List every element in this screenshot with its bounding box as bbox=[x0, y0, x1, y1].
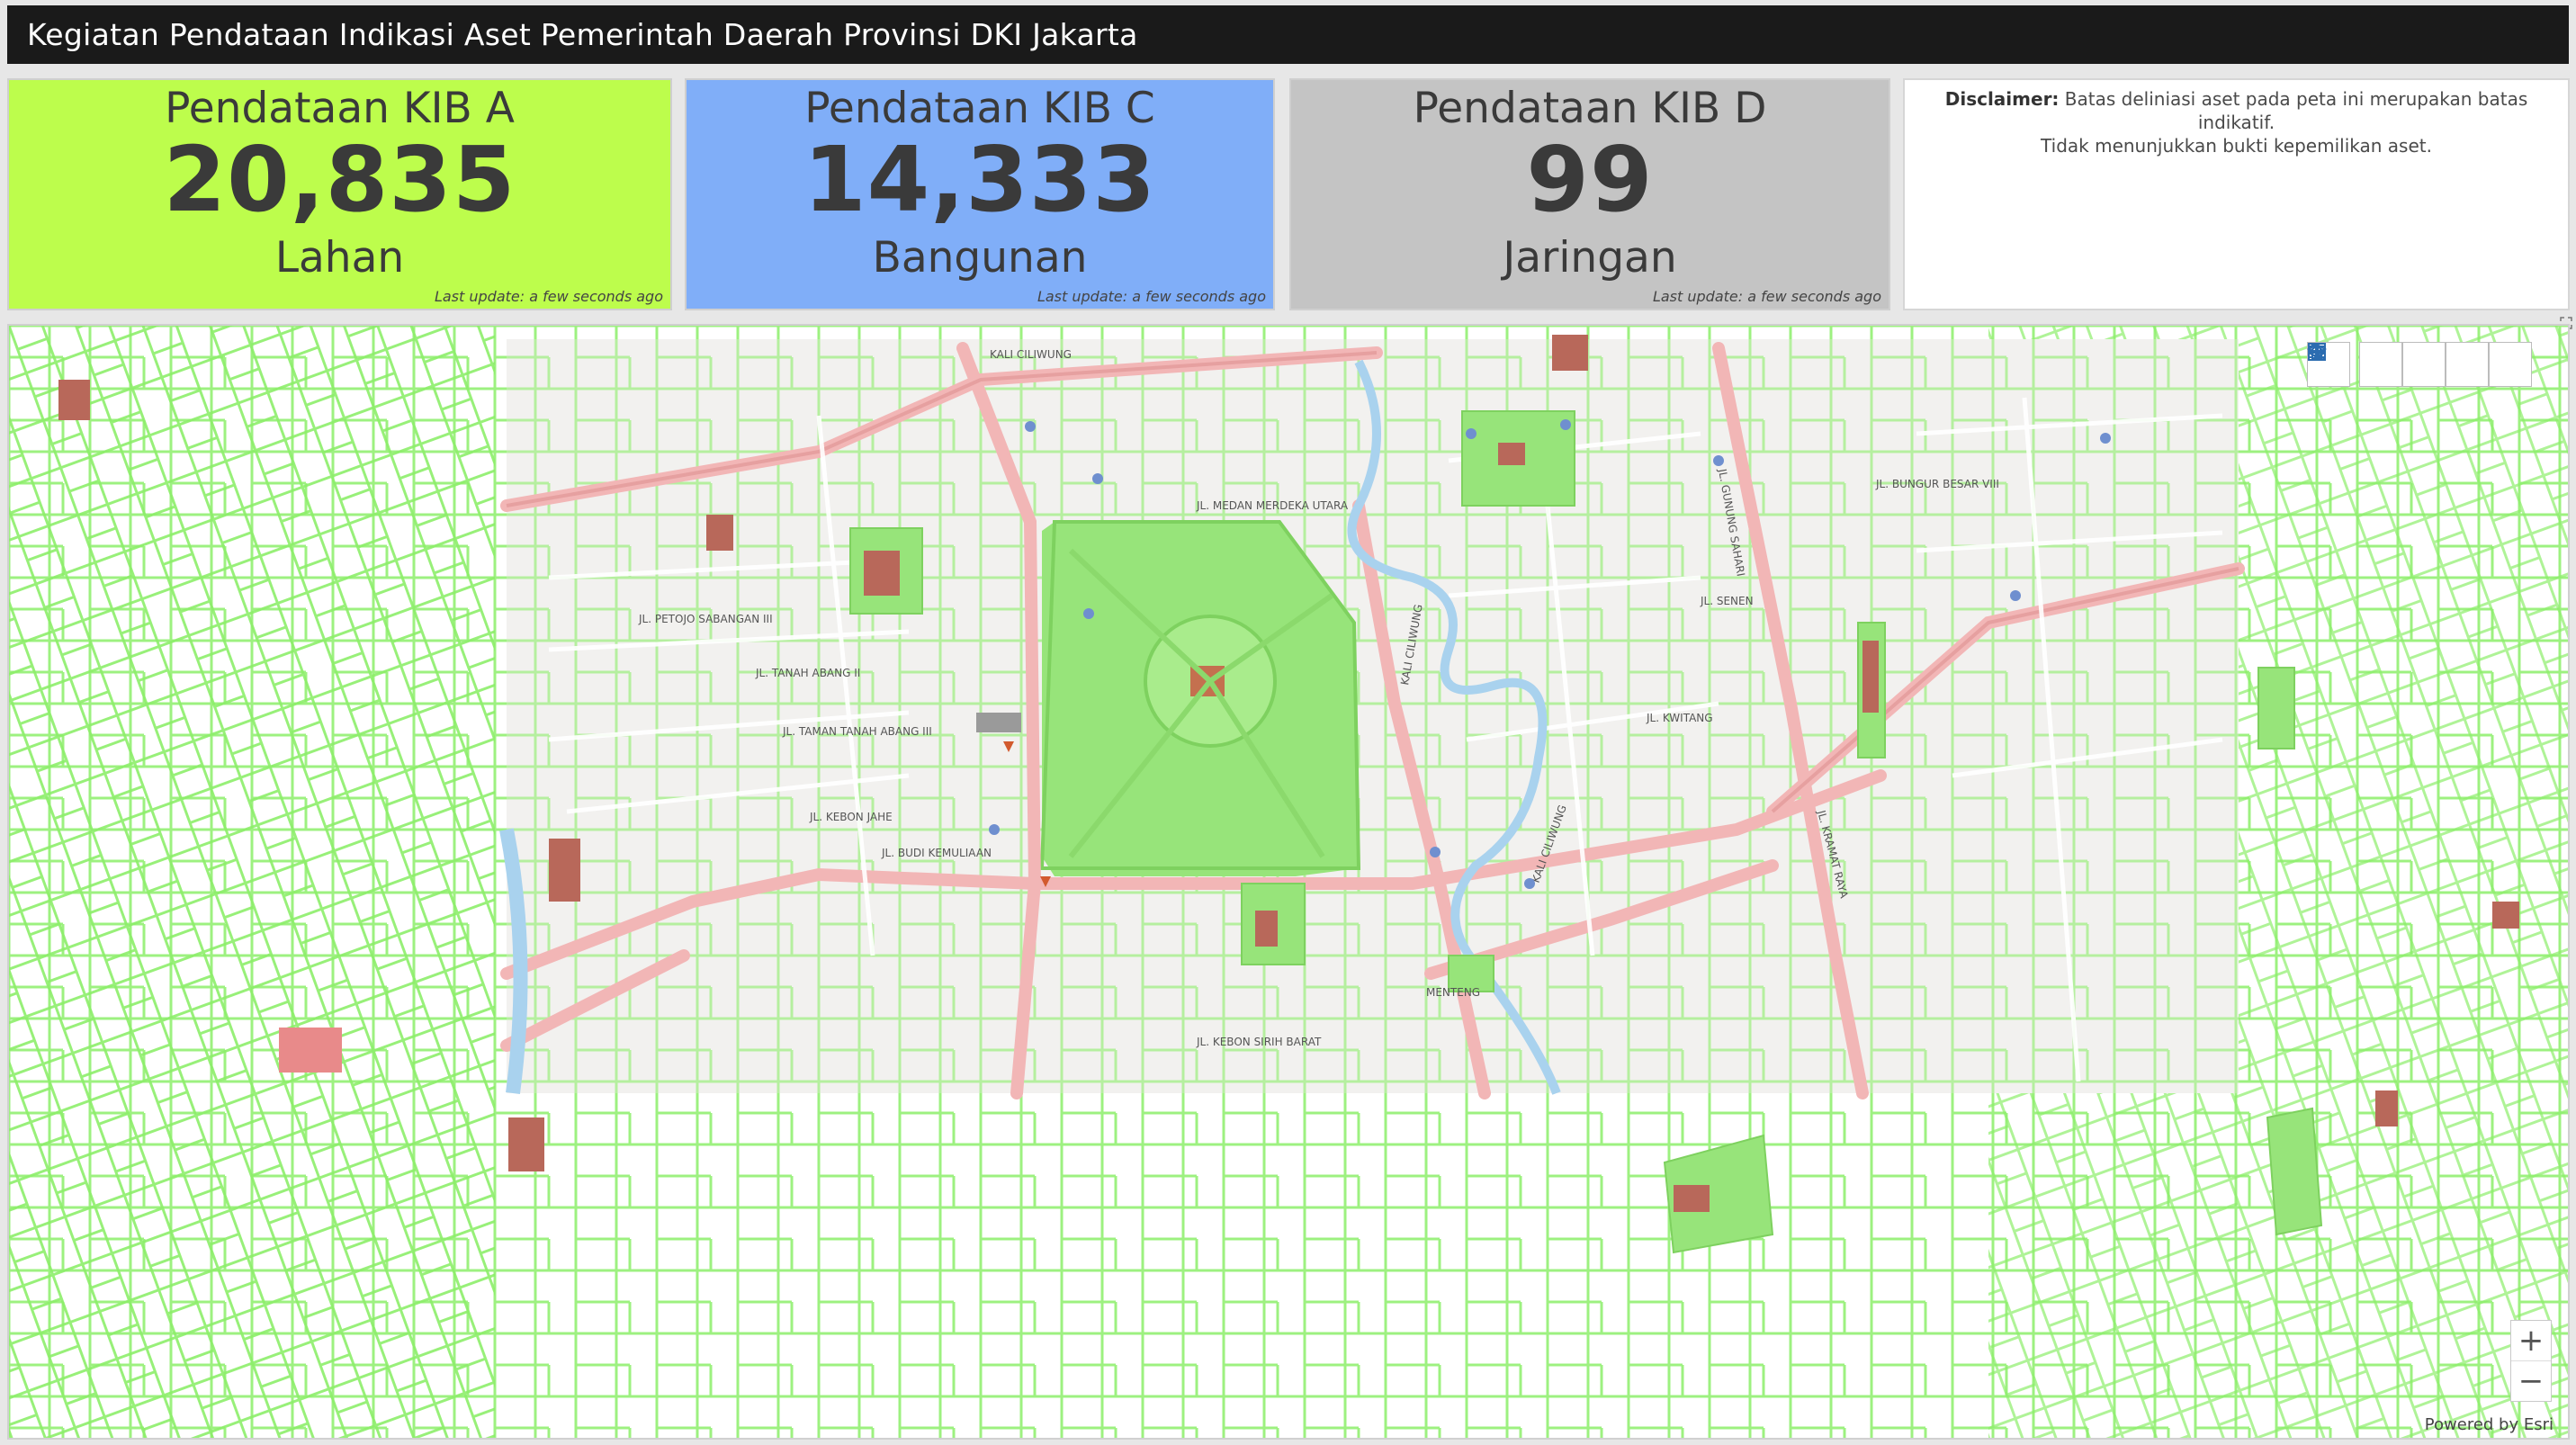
gray-building bbox=[976, 713, 1021, 732]
label-bungur-besar: JL. BUNGUR BESAR VIII bbox=[1875, 478, 1999, 490]
kib-d-title: Pendataan KIB D bbox=[1413, 84, 1767, 133]
kib-a-title: Pendataan KIB A bbox=[165, 84, 515, 133]
label-budi-kemuliaan: JL. BUDI KEMULIAAN bbox=[881, 847, 992, 859]
zoom-out-button[interactable]: − bbox=[2511, 1360, 2551, 1401]
label-kebon-jahe: JL. KEBON JAHE bbox=[809, 811, 893, 823]
basemap-icon bbox=[2308, 343, 2326, 361]
esri-attribution[interactable]: Powered by Esri bbox=[2425, 1415, 2554, 1434]
label-kwitang: JL. KWITANG bbox=[1646, 712, 1713, 724]
label-tanah-abang: JL. TANAH ABANG II bbox=[755, 667, 860, 679]
home-button[interactable] bbox=[2309, 342, 2402, 387]
kib-d-last-update: Last update: a few seconds ago bbox=[1652, 288, 1881, 305]
kib-a-last-update: Last update: a few seconds ago bbox=[434, 288, 663, 305]
layers-button[interactable] bbox=[2307, 342, 2489, 387]
label-kebon-sirih: JL. KEBON SIRIH BARAT bbox=[1196, 1036, 1322, 1048]
zoom-in-button[interactable]: + bbox=[2511, 1321, 2551, 1360]
label-medan-merdeka: JL. MEDAN MERDEKA UTARA bbox=[1196, 499, 1349, 512]
disclaimer-label: Disclaimer: bbox=[1944, 88, 2060, 110]
kib-c-last-update: Last update: a few seconds ago bbox=[1037, 288, 1266, 305]
disclaimer-text-1: Batas deliniasi aset pada peta ini merup… bbox=[2064, 88, 2528, 133]
label-taman-tanah-abang: JL. TAMAN TANAH ABANG III bbox=[782, 725, 932, 738]
kib-a-card: Pendataan KIB A 20,835 Lahan Last update… bbox=[7, 78, 672, 310]
kib-c-unit: Bangunan bbox=[872, 233, 1088, 283]
dashboard-header: Kegiatan Pendataan Indikasi Aset Pemerin… bbox=[7, 5, 2569, 64]
kib-c-card: Pendataan KIB C 14,333 Bangunan Last upd… bbox=[685, 78, 1275, 310]
label-menteng: MENTENG bbox=[1426, 986, 1480, 999]
label-ciliwung-top: KALI CILIWUNG bbox=[990, 348, 1072, 361]
map-view[interactable]: KALI CILIWUNG KALI CILIWUNG KALI CILIWUN… bbox=[7, 324, 2570, 1440]
basemap-button[interactable] bbox=[2308, 342, 2532, 387]
disclaimer-panel: Disclaimer: Batas deliniasi aset pada pe… bbox=[1903, 78, 2570, 310]
kib-a-unit: Lahan bbox=[274, 233, 405, 283]
highlight-parcel bbox=[279, 1028, 342, 1073]
legend-button[interactable] bbox=[2310, 342, 2446, 387]
kib-d-unit: Jaringan bbox=[1503, 233, 1677, 283]
label-petojo-sabangan: JL. PETOJO SABANGAN III bbox=[638, 613, 773, 625]
disclaimer-text-2: Tidak menunjukkan bukti kepemilikan aset… bbox=[2041, 135, 2432, 157]
kib-d-card: Pendataan KIB D 99 Jaringan Last update:… bbox=[1289, 78, 1890, 310]
map-toolbar bbox=[2307, 342, 2532, 387]
kib-d-value: 99 bbox=[1526, 127, 1654, 232]
map-canvas[interactable]: KALI CILIWUNG KALI CILIWUNG KALI CILIWUN… bbox=[9, 326, 2570, 1440]
label-senen: JL. SENEN bbox=[1700, 595, 1754, 607]
zoom-control: + − bbox=[2510, 1320, 2552, 1402]
kib-c-title: Pendataan KIB C bbox=[804, 84, 1155, 133]
dashboard-title: Kegiatan Pendataan Indikasi Aset Pemerin… bbox=[27, 17, 1138, 52]
kib-c-value: 14,333 bbox=[803, 127, 1156, 232]
kib-a-value: 20,835 bbox=[163, 127, 516, 232]
